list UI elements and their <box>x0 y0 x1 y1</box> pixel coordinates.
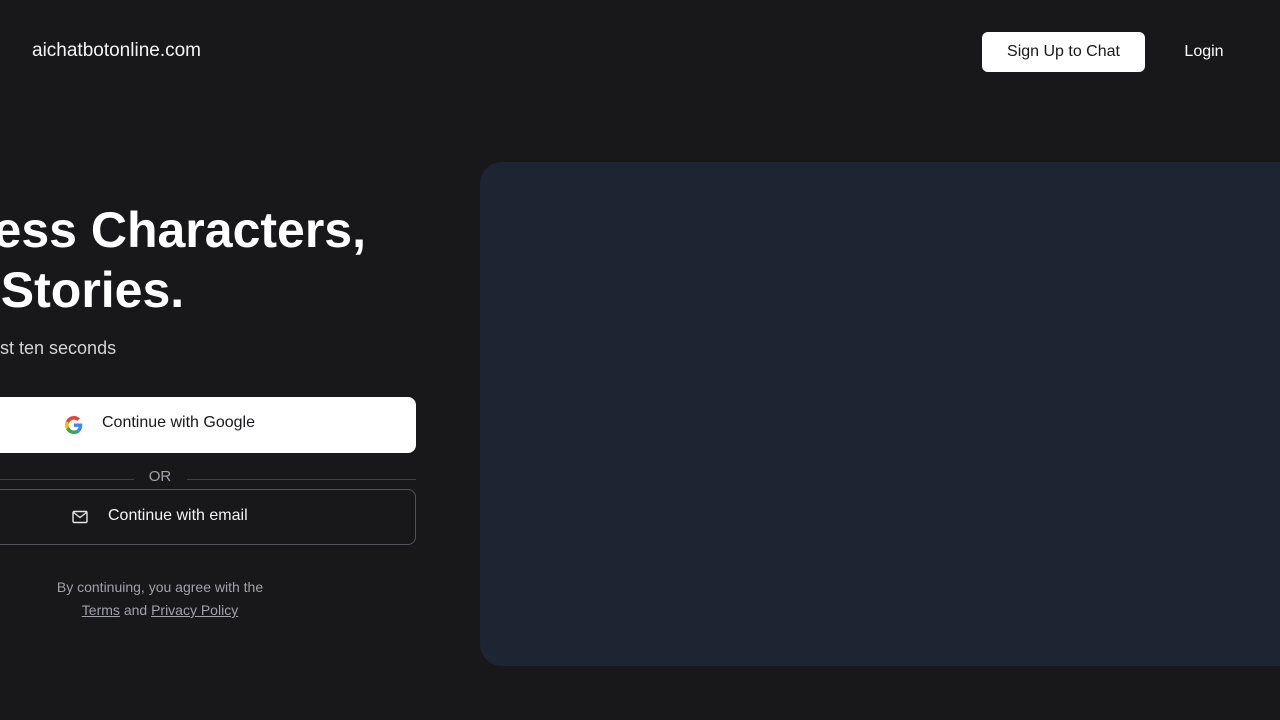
divider-line-left <box>0 479 134 480</box>
google-icon <box>65 416 83 434</box>
terms-link[interactable]: Terms <box>82 602 120 618</box>
or-divider: OR <box>0 468 416 488</box>
or-label: OR <box>148 468 172 485</box>
login-button[interactable]: Login <box>1164 32 1244 72</box>
headline-line-2: nite Stories. <box>0 262 185 318</box>
legal-notice: By continuing, you agree with the Terms … <box>0 576 320 622</box>
google-button-label: Continue with Google <box>102 414 255 431</box>
media-panel <box>480 162 1280 666</box>
brand-logo[interactable]: aichatbotonline.com <box>32 39 201 63</box>
legal-and: and <box>123 602 148 618</box>
email-button-label: Continue with email <box>108 507 248 524</box>
continue-with-email-button[interactable]: Continue with email <box>0 489 416 545</box>
hero-subtitle: ust ten seconds <box>0 338 117 358</box>
divider-line-right <box>187 479 416 480</box>
hero-headline: dless Characters, nite Stories. <box>0 200 366 320</box>
page: aichatbotonline.com Sign Up to Chat Logi… <box>0 0 1280 720</box>
legal-prefix: By continuing, you agree with the <box>56 579 264 595</box>
continue-with-google-button[interactable]: Continue with Google <box>0 397 416 453</box>
privacy-policy-link[interactable]: Privacy Policy <box>151 602 238 618</box>
legal-links: Terms and Privacy Policy <box>0 599 320 622</box>
headline-line-1: dless Characters, <box>0 202 366 258</box>
mail-icon <box>72 510 88 524</box>
sign-up-button[interactable]: Sign Up to Chat <box>982 32 1145 72</box>
